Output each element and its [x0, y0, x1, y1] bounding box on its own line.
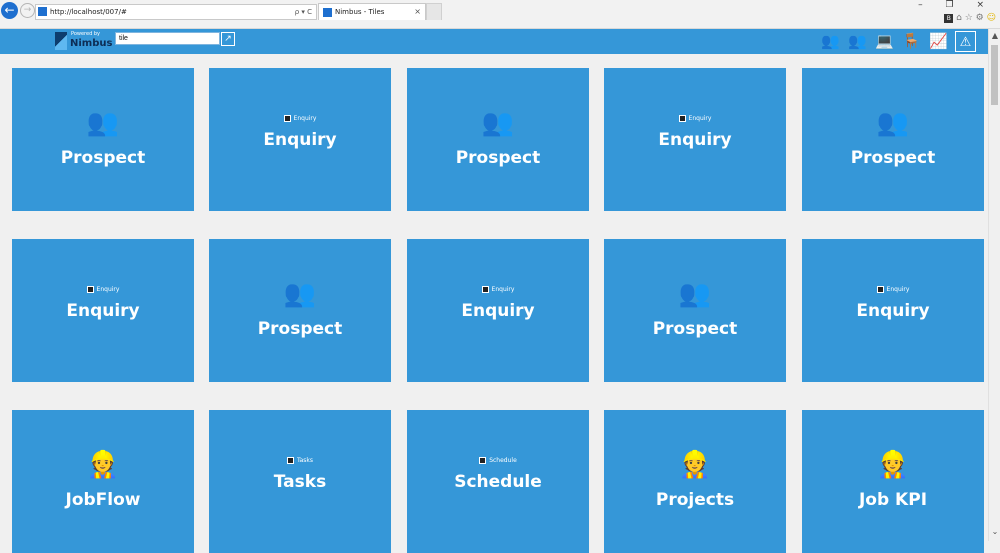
browser-tools[interactable]: B ⌂ ☆ ⚙ ☺ — [944, 13, 996, 23]
tile-badge-icon — [283, 115, 291, 122]
tile-small-label: Enquiry — [604, 115, 786, 122]
tile-small-label: Enquiry — [12, 286, 194, 293]
tile-label: JobFlow — [65, 490, 141, 510]
tab-title: Nimbus - Tiles — [335, 8, 385, 16]
tile-label: Prospect — [850, 148, 936, 168]
people-icon: 👥 — [678, 279, 712, 309]
tile-badge-icon — [876, 286, 884, 293]
new-tab-button[interactable] — [426, 3, 442, 20]
tile-jobflow[interactable]: 👷 JobFlow — [12, 410, 194, 553]
scroll-down-icon[interactable]: ⌄ — [990, 527, 1000, 537]
tile-small-text: Enquiry — [886, 286, 910, 293]
tile-label: Prospect — [257, 319, 343, 339]
scroll-up-icon[interactable]: ▲ — [990, 31, 1000, 41]
window-controls[interactable]: – ❐ × — [918, 0, 994, 10]
chart-icon: ↗ — [224, 34, 232, 44]
workers-icon: 👷 — [678, 450, 712, 480]
tile-label: Projects — [655, 490, 735, 510]
tile-badge-icon — [86, 286, 94, 293]
tile-small-label: Enquiry — [407, 286, 589, 293]
tile-small-text: Schedule — [489, 457, 517, 464]
tile-prospect[interactable]: 👥 Prospect — [12, 68, 194, 211]
search-input[interactable] — [115, 32, 220, 45]
browser-tab[interactable]: Nimbus - Tiles × — [318, 3, 426, 20]
address-url: http://localhost/007/# — [50, 8, 127, 16]
app-header: Powered by Nimbus ↗ 👥 👥 💻 🪑 📈 ⚠ — [0, 29, 988, 54]
tab-favicon-icon — [323, 8, 332, 17]
tile-small-text: Enquiry — [491, 286, 515, 293]
tile-enquiry[interactable]: Enquiry Enquiry — [12, 239, 194, 382]
tile-badge-icon — [286, 457, 294, 464]
tile-enquiry[interactable]: Enquiry Enquiry — [604, 68, 786, 211]
tile-enquiry[interactable]: Enquiry Enquiry — [802, 239, 984, 382]
scroll-thumb[interactable] — [991, 45, 998, 105]
nimbus-logo: Powered by Nimbus — [55, 30, 112, 52]
tile-badge-icon — [481, 286, 489, 293]
tile-badge-icon — [678, 115, 686, 122]
tile-job-kpi[interactable]: 👷 Job KPI — [802, 410, 984, 553]
tile-label: Job KPI — [858, 490, 928, 510]
tile-prospect[interactable]: 👥 Prospect — [209, 239, 391, 382]
tile-label: Enquiry — [856, 301, 930, 321]
tile-schedule[interactable]: Schedule Schedule — [407, 410, 589, 553]
home-star-gear-icons[interactable]: ⌂ ☆ ⚙ — [956, 13, 984, 23]
workers-icon: 👷 — [876, 450, 910, 480]
tile-label: Enquiry — [263, 130, 337, 150]
logo-name: Nimbus — [70, 38, 113, 49]
tile-tasks[interactable]: Tasks Tasks — [209, 410, 391, 553]
tile-small-text: Enquiry — [688, 115, 712, 122]
search-button[interactable]: ↗ — [221, 32, 235, 46]
tile-prospect[interactable]: 👥 Prospect — [407, 68, 589, 211]
tile-grid: 👥 Prospect Enquiry Enquiry 👥 Prospect Enquiry E… — [12, 68, 986, 553]
logo-powered-by: Powered by — [71, 31, 100, 37]
users-icon[interactable]: 👥 — [820, 31, 841, 52]
tile-label: Enquiry — [66, 301, 140, 321]
browser-chrome: ← → http://localhost/007/# ρ ▾ C Nimbus … — [0, 0, 1000, 29]
address-bar[interactable]: http://localhost/007/# ρ ▾ C — [35, 4, 317, 20]
tile-enquiry[interactable]: Enquiry Enquiry — [407, 239, 589, 382]
tile-small-text: Tasks — [296, 457, 314, 464]
back-button[interactable]: ← — [1, 2, 18, 19]
alert-icon[interactable]: ⚠ — [955, 31, 976, 52]
users-alt-icon[interactable]: 👥 — [847, 31, 868, 52]
tile-small-label: Tasks — [209, 457, 391, 464]
tile-prospect[interactable]: 👥 Prospect — [604, 239, 786, 382]
tile-small-text: Enquiry — [96, 286, 120, 293]
tile-label: Enquiry — [461, 301, 535, 321]
site-favicon-icon — [38, 7, 47, 16]
tile-small-label: Enquiry — [209, 115, 391, 122]
people-icon: 👥 — [481, 108, 515, 138]
tile-small-label: Enquiry — [802, 286, 984, 293]
tile-projects[interactable]: 👷 Projects — [604, 410, 786, 553]
tile-label: Schedule — [454, 472, 542, 492]
chart-icon[interactable]: 📈 — [928, 31, 949, 52]
tile-small-text: Enquiry — [293, 115, 317, 122]
forward-button[interactable]: → — [20, 3, 35, 18]
b-icon[interactable]: B — [944, 14, 954, 23]
people-icon: 👥 — [876, 108, 910, 138]
header-icons: 👥 👥 💻 🪑 📈 ⚠ — [820, 31, 976, 52]
scrollbar[interactable]: ▲ ⌄ — [988, 29, 1000, 541]
tab-close-icon[interactable]: × — [414, 4, 421, 20]
address-controls[interactable]: ρ ▾ C — [295, 5, 312, 19]
tile-label: Prospect — [455, 148, 541, 168]
tile-enquiry[interactable]: Enquiry Enquiry — [209, 68, 391, 211]
workers-icon: 👷 — [86, 450, 120, 480]
desk-icon[interactable]: 🪑 — [901, 31, 922, 52]
logo-mark-icon — [55, 32, 67, 50]
tile-label: Prospect — [652, 319, 738, 339]
tile-label: Prospect — [60, 148, 146, 168]
laptop-icon[interactable]: 💻 — [874, 31, 895, 52]
smiley-icon[interactable]: ☺ — [987, 13, 996, 23]
people-icon: 👥 — [86, 108, 120, 138]
tile-small-label: Schedule — [407, 457, 589, 464]
people-icon: 👥 — [283, 279, 317, 309]
tile-label: Tasks — [273, 472, 327, 492]
tile-label: Enquiry — [658, 130, 732, 150]
tile-prospect[interactable]: 👥 Prospect — [802, 68, 984, 211]
tile-badge-icon — [479, 457, 487, 464]
